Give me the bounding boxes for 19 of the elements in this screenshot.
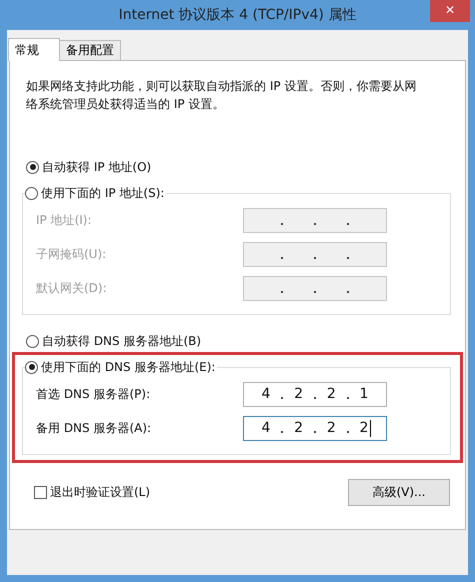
radio-label[interactable]: 使用下面的 DNS 服务器地址(E): [41, 358, 216, 376]
ip-address-field[interactable]: 4 2 2 2 [243, 416, 387, 440]
description-text: 如果网络支持此功能，则可以获取自动指派的 IP 设置。否则，你需要从网络系统管理员处获得适当的 IP 设置。 [26, 78, 418, 113]
field-label: 首选 DNS 服务器(P): [36, 386, 150, 402]
radio-button[interactable] [25, 360, 38, 374]
field-label: IP 地址(I): [36, 212, 92, 228]
checkbox[interactable] [34, 486, 47, 499]
field-label: 子网掩码(U): [36, 246, 106, 262]
field-label: 备用 DNS 服务器(A): [36, 420, 152, 436]
window-title: Internet 协议版本 4 (TCP/IPv4) 属性 [118, 6, 356, 24]
radio-button[interactable] [26, 334, 39, 348]
tab[interactable]: 备用配置 [59, 40, 121, 60]
field-label: 默认网关(D): [36, 280, 107, 296]
checkbox-label[interactable]: 退出时验证设置(L) [50, 484, 150, 501]
tab[interactable]: 常规 [8, 38, 60, 61]
radio-label[interactable]: 自动获得 DNS 服务器地址(B) [42, 332, 202, 350]
ip-address-field[interactable]: 4 2 2 1 [243, 382, 387, 406]
advanced-button[interactable]: 高级(V)... [348, 479, 450, 506]
close-button[interactable]: × [430, 0, 470, 22]
